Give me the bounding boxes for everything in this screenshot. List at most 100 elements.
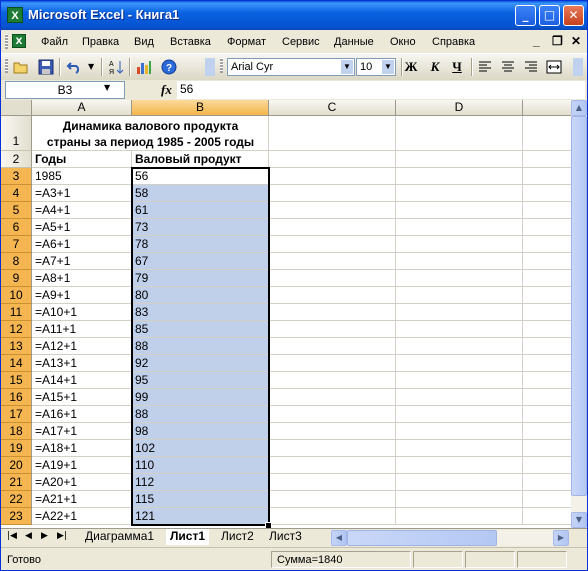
cell-e[interactable] [523, 389, 571, 406]
row-header[interactable]: 21 [1, 474, 32, 491]
cell-d[interactable] [396, 304, 523, 321]
scroll-left-icon[interactable]: ◀ [331, 530, 347, 546]
cell-c[interactable] [269, 185, 396, 202]
row-header[interactable]: 8 [1, 253, 32, 270]
toolbar-options-icon[interactable] [573, 58, 583, 76]
font-size-select[interactable]: 10 ▼ [356, 58, 396, 76]
italic-button[interactable]: К [426, 59, 444, 75]
year-cell[interactable]: =A20+1 [32, 474, 132, 491]
row-header[interactable]: 12 [1, 321, 32, 338]
menu-view[interactable]: Вид [134, 36, 154, 48]
row-header[interactable]: 13 [1, 338, 32, 355]
gross-product-cell[interactable]: 92 [132, 355, 269, 372]
cell-d[interactable] [396, 474, 523, 491]
next-sheet-icon[interactable]: ▶ [41, 531, 48, 541]
cell-e[interactable] [523, 457, 571, 474]
cell-e1[interactable] [523, 116, 571, 151]
year-cell[interactable]: =A15+1 [32, 389, 132, 406]
open-folder-icon[interactable] [13, 59, 29, 75]
maximize-button[interactable]: □ [539, 5, 560, 26]
cell-e[interactable] [523, 440, 571, 457]
doc-minimize-button[interactable]: _ [533, 34, 540, 48]
year-cell[interactable]: 1985 [32, 168, 132, 185]
document-icon[interactable]: X [12, 34, 26, 48]
menu-data[interactable]: Данные [334, 36, 374, 48]
cell-c[interactable] [269, 389, 396, 406]
row-header[interactable]: 16 [1, 389, 32, 406]
scroll-down-icon[interactable]: ▼ [571, 512, 587, 528]
fx-icon[interactable]: fx [161, 82, 172, 98]
name-box-dropdown-icon[interactable]: ▼ [104, 83, 110, 92]
gross-product-cell[interactable]: 110 [132, 457, 269, 474]
column-header-c[interactable]: C [269, 100, 396, 116]
gross-product-cell[interactable]: 58 [132, 185, 269, 202]
year-cell[interactable]: =A4+1 [32, 202, 132, 219]
horizontal-scrollbar[interactable]: ◀ ▶ [331, 530, 569, 546]
gross-product-cell[interactable]: 67 [132, 253, 269, 270]
scroll-up-icon[interactable]: ▲ [571, 100, 587, 116]
cell-d1[interactable] [396, 116, 523, 151]
cell-e[interactable] [523, 474, 571, 491]
year-cell[interactable]: =A21+1 [32, 491, 132, 508]
gross-product-cell[interactable]: 99 [132, 389, 269, 406]
cell-d[interactable] [396, 440, 523, 457]
gross-product-cell[interactable]: 88 [132, 406, 269, 423]
cell-c[interactable] [269, 236, 396, 253]
year-cell[interactable]: =A16+1 [32, 406, 132, 423]
header-years[interactable]: Годы [32, 151, 132, 168]
gross-product-cell[interactable]: 79 [132, 270, 269, 287]
cell-c[interactable] [269, 287, 396, 304]
bold-button[interactable]: Ж [402, 59, 420, 75]
menu-insert[interactable]: Вставка [170, 36, 211, 48]
cell-c[interactable] [269, 355, 396, 372]
cell-e[interactable] [523, 253, 571, 270]
cell-c[interactable] [269, 338, 396, 355]
doc-close-button[interactable]: ✕ [571, 34, 581, 48]
last-sheet-icon[interactable]: ▶| [57, 531, 67, 541]
row-header[interactable]: 1 [1, 116, 32, 151]
cell-d2[interactable] [396, 151, 523, 168]
cell-d[interactable] [396, 321, 523, 338]
cell-c[interactable] [269, 508, 396, 525]
gross-product-cell[interactable]: 80 [132, 287, 269, 304]
menu-file[interactable]: Файл [41, 36, 68, 48]
align-right-icon[interactable] [523, 59, 539, 75]
cell-e[interactable] [523, 406, 571, 423]
gross-product-cell[interactable]: 78 [132, 236, 269, 253]
row-header[interactable]: 7 [1, 236, 32, 253]
row-header[interactable]: 3 [1, 168, 32, 185]
gross-product-cell[interactable]: 61 [132, 202, 269, 219]
chevron-down-icon[interactable]: ▼ [382, 60, 394, 74]
gross-product-cell[interactable]: 88 [132, 338, 269, 355]
menu-help[interactable]: Справка [432, 36, 475, 48]
year-cell[interactable]: =A18+1 [32, 440, 132, 457]
cell-c[interactable] [269, 168, 396, 185]
cell-e[interactable] [523, 423, 571, 440]
spreadsheet-grid[interactable]: A B C D 1 2 3 4 5 6 7 8 9 10 11 12 13 14 15 16 17 18 19 20 2… [1, 100, 571, 528]
row-header[interactable]: 20 [1, 457, 32, 474]
cell-d[interactable] [396, 491, 523, 508]
cell-e[interactable] [523, 491, 571, 508]
scroll-right-icon[interactable]: ▶ [553, 530, 569, 546]
gross-product-cell[interactable]: 56 [132, 168, 269, 185]
cell-c[interactable] [269, 270, 396, 287]
sheet-tab-list2[interactable]: Лист2 [217, 529, 258, 545]
year-cell[interactable]: =A7+1 [32, 253, 132, 270]
year-cell[interactable]: =A11+1 [32, 321, 132, 338]
cell-c[interactable] [269, 219, 396, 236]
cell-e[interactable] [523, 236, 571, 253]
cell-d[interactable] [396, 406, 523, 423]
gross-product-cell[interactable]: 73 [132, 219, 269, 236]
sheet-tab-list1[interactable]: Лист1 [166, 529, 210, 545]
row-header[interactable]: 19 [1, 440, 32, 457]
year-cell[interactable]: =A5+1 [32, 219, 132, 236]
row-header[interactable]: 6 [1, 219, 32, 236]
cell-d[interactable] [396, 423, 523, 440]
sheet-tab-diagram1[interactable]: Диаграмма1 [81, 529, 158, 545]
year-cell[interactable]: =A10+1 [32, 304, 132, 321]
cell-d[interactable] [396, 202, 523, 219]
menu-edit[interactable]: Правка [82, 36, 119, 48]
cell-e[interactable] [523, 168, 571, 185]
cell-c[interactable] [269, 423, 396, 440]
horizontal-scroll-thumb[interactable] [347, 530, 497, 546]
